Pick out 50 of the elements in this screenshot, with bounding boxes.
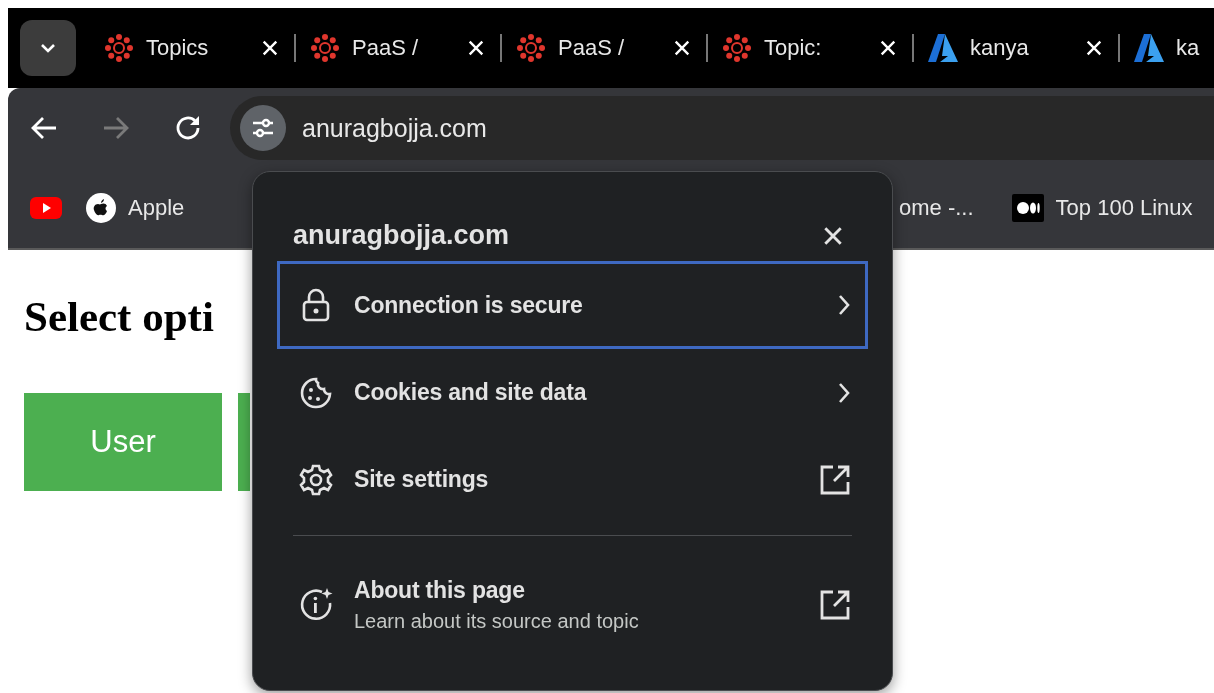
- external-link-icon[interactable]: [819, 463, 851, 496]
- chevron-right-icon: [837, 381, 851, 404]
- sliders-icon: [251, 118, 275, 138]
- close-icon[interactable]: [261, 39, 279, 57]
- back-icon[interactable]: [30, 115, 58, 141]
- close-icon[interactable]: [822, 224, 844, 247]
- menu-item-label: Connection is secure: [354, 291, 584, 319]
- youtube-icon[interactable]: [30, 197, 62, 219]
- medium-logo-icon: [1011, 194, 1044, 222]
- bookmark[interactable]: Apple: [74, 193, 197, 223]
- cookie-icon: [299, 375, 333, 410]
- site-info-button[interactable]: [240, 105, 286, 151]
- external-link-icon[interactable]: [819, 589, 851, 621]
- close-icon[interactable]: [467, 39, 485, 57]
- browser-tab[interactable]: ka: [1120, 20, 1214, 76]
- browser-tab[interactable]: kanya: [914, 20, 1118, 76]
- menu-item-description: Learn about its source and topic: [354, 610, 640, 633]
- url-text: anuragbojja.com: [302, 113, 487, 143]
- browser-tab[interactable]: Topic:: [708, 20, 912, 76]
- canvas-logo-icon: [516, 33, 546, 63]
- menu-item-label: Site settings: [354, 466, 490, 493]
- bookmark[interactable]: ome -...: [895, 195, 1000, 221]
- bookmark[interactable]: Top 100 Linux: [999, 194, 1205, 222]
- apple-icon: [86, 193, 116, 223]
- address-bar[interactable]: anuragbojja.com: [230, 96, 1214, 160]
- browser-tab[interactable]: PaaS /: [296, 20, 500, 76]
- lock-icon: [301, 288, 331, 322]
- browser-tab[interactable]: Topics: [90, 20, 294, 76]
- close-icon[interactable]: [673, 39, 691, 57]
- azure-logo-icon: [1134, 34, 1164, 62]
- popup-menu-item[interactable]: About this page Learn about its source and topic: [277, 550, 868, 660]
- azure-logo-icon: [928, 34, 958, 62]
- menu-item-label: Cookies and site data: [354, 379, 588, 406]
- canvas-logo-icon: [104, 33, 134, 63]
- info-sparkle-icon: [298, 587, 334, 623]
- reload-icon[interactable]: [174, 114, 202, 142]
- popup-menu-item[interactable]: Cookies and site data: [277, 349, 868, 436]
- page-heading: Select opti: [24, 292, 214, 342]
- close-icon[interactable]: [1085, 39, 1103, 57]
- menu-item-label: About this page: [354, 577, 526, 604]
- popup-menu-item[interactable]: Connection is secure: [277, 261, 868, 349]
- browser-tab[interactable]: PaaS /: [502, 20, 706, 76]
- canvas-logo-icon: [310, 33, 340, 63]
- popup-menu-item[interactable]: Site settings: [277, 436, 868, 523]
- close-icon[interactable]: [879, 39, 897, 57]
- settings-icon: [299, 462, 333, 497]
- popup-title: anuragbojja.com: [293, 220, 510, 251]
- chevron-right-icon: [837, 294, 851, 316]
- canvas-logo-icon: [722, 33, 752, 63]
- chevron-down-icon: [40, 43, 56, 53]
